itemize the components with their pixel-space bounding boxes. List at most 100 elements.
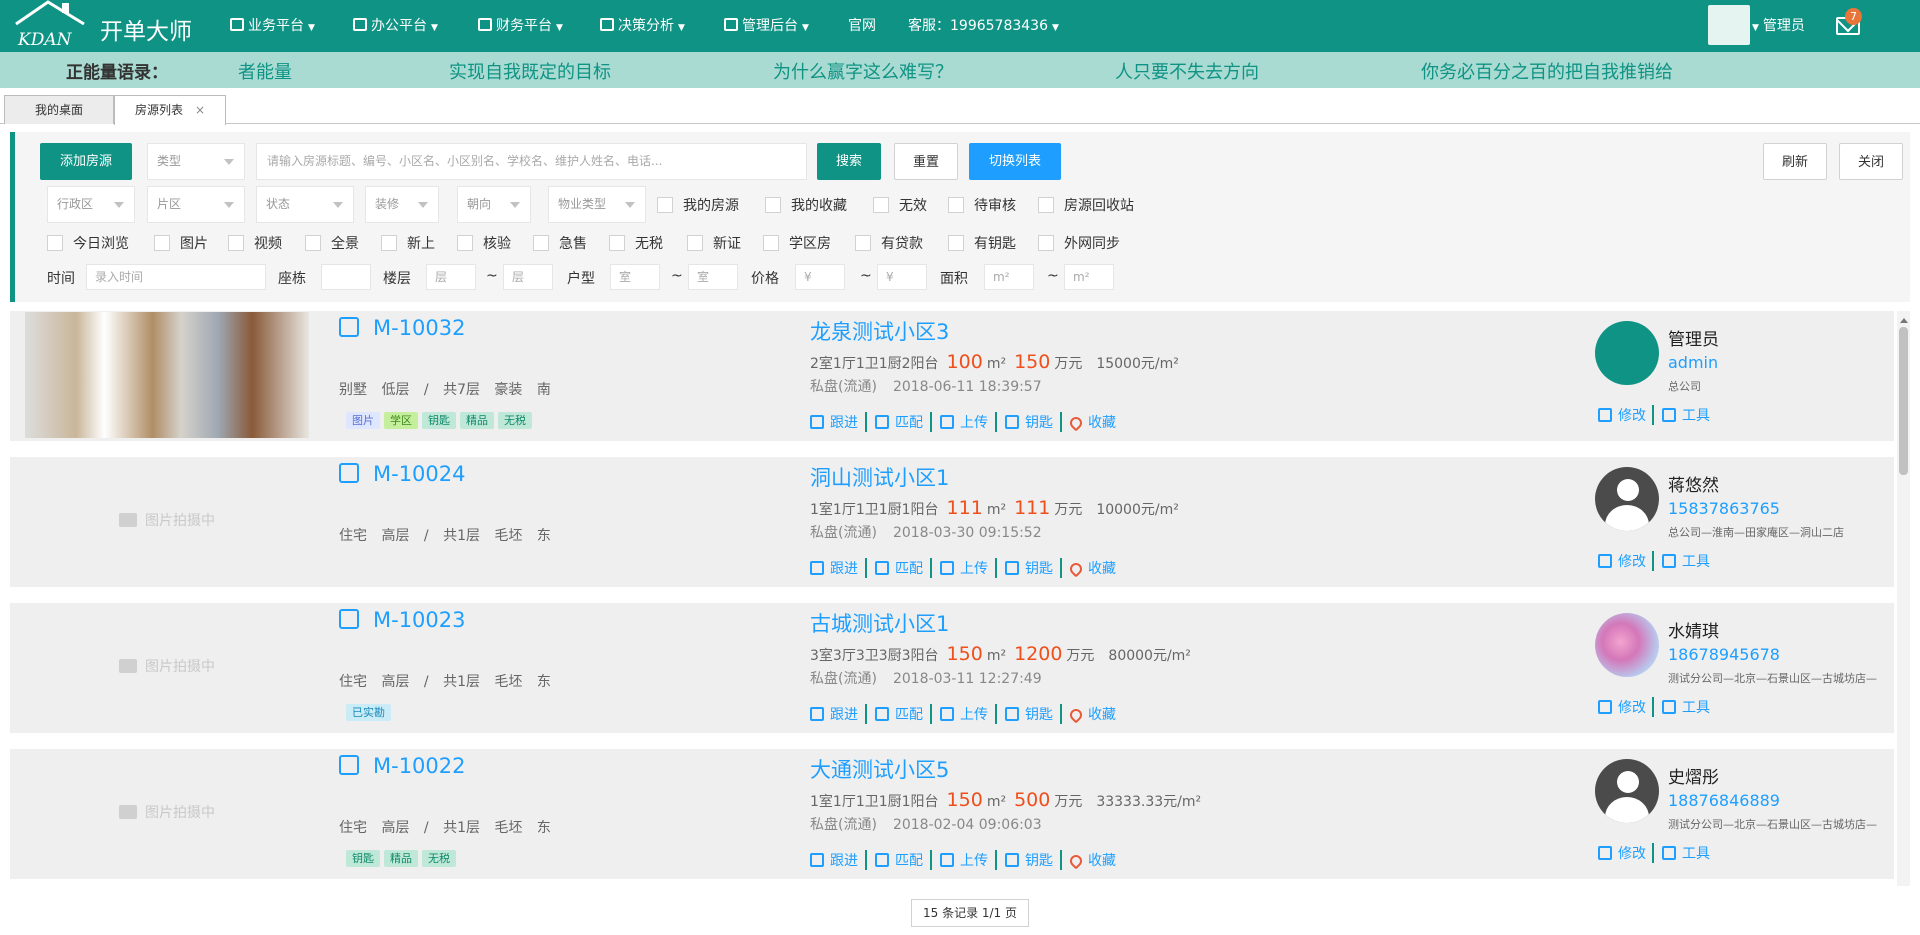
- checkbox-box[interactable]: [948, 235, 964, 251]
- floor-min-input[interactable]: 层: [426, 264, 476, 290]
- scrollbar-thumb[interactable]: [1899, 327, 1908, 475]
- upload-button[interactable]: 上传: [940, 412, 997, 432]
- checkbox-box[interactable]: [533, 235, 549, 251]
- reset-button[interactable]: 重置: [894, 143, 958, 180]
- agent-phone[interactable]: admin: [1668, 353, 1718, 372]
- house-code-link[interactable]: M-10024: [339, 462, 466, 486]
- nav-finance[interactable]: 财务平台 ▼: [478, 15, 563, 35]
- vertical-scrollbar[interactable]: [1897, 311, 1910, 886]
- checkbox-new[interactable]: 新上: [381, 233, 435, 253]
- community-title-link[interactable]: 龙泉测试小区3: [810, 316, 949, 346]
- checkbox-loan[interactable]: 有贷款: [855, 233, 923, 253]
- app-logo[interactable]: KDAN 开单大师: [12, 0, 202, 52]
- tools-button[interactable]: 工具: [1662, 551, 1716, 571]
- nav-analysis[interactable]: 决策分析 ▼: [600, 15, 685, 35]
- agent-phone[interactable]: 18876846889: [1668, 791, 1780, 810]
- upload-button[interactable]: 上传: [940, 558, 997, 578]
- area-min-input[interactable]: m²: [984, 264, 1034, 290]
- edit-button[interactable]: 修改: [1598, 405, 1654, 425]
- close-tab-icon[interactable]: ×: [195, 103, 205, 117]
- upload-button[interactable]: 上传: [940, 850, 997, 870]
- checkbox-box[interactable]: [873, 197, 889, 213]
- checkbox-today[interactable]: 今日浏览: [47, 233, 129, 253]
- checkbox-no-tax[interactable]: 无税: [609, 233, 663, 253]
- room-min-input[interactable]: 室: [610, 264, 660, 290]
- tab-desktop[interactable]: 我的桌面: [4, 95, 114, 124]
- tools-button[interactable]: 工具: [1662, 405, 1716, 425]
- checkbox-photo[interactable]: 图片: [154, 233, 208, 253]
- checkbox-box[interactable]: [855, 235, 871, 251]
- nav-admin[interactable]: 管理后台 ▼: [724, 15, 809, 35]
- checkbox-key[interactable]: 有钥匙: [948, 233, 1016, 253]
- house-code-link[interactable]: M-10032: [339, 316, 466, 340]
- key-button[interactable]: 钥匙: [1005, 704, 1062, 724]
- house-photo[interactable]: [25, 312, 309, 438]
- favorite-button[interactable]: 收藏: [1067, 850, 1123, 870]
- favorite-button[interactable]: 收藏: [1067, 412, 1123, 432]
- follow-button[interactable]: 跟进: [810, 412, 867, 432]
- nav-business[interactable]: 业务平台 ▼: [230, 15, 315, 35]
- switch-list-button[interactable]: 切换列表: [969, 143, 1061, 180]
- checkbox-my-houses[interactable]: 我的房源: [657, 195, 739, 215]
- edit-button[interactable]: 修改: [1598, 697, 1654, 717]
- checkbox-box[interactable]: [948, 197, 964, 213]
- checkbox-school[interactable]: 学区房: [763, 233, 831, 253]
- room-max-input[interactable]: 室: [688, 264, 738, 290]
- nav-office[interactable]: 办公平台 ▼: [353, 15, 438, 35]
- price-max-input[interactable]: ¥: [877, 264, 927, 290]
- area-select[interactable]: 片区: [147, 186, 245, 223]
- orientation-select[interactable]: 朝向: [457, 186, 531, 223]
- match-button[interactable]: 匹配: [875, 850, 932, 870]
- time-input[interactable]: 录入时间: [86, 264, 266, 290]
- upload-button[interactable]: 上传: [940, 704, 997, 724]
- match-button[interactable]: 匹配: [875, 558, 932, 578]
- key-button[interactable]: 钥匙: [1005, 850, 1062, 870]
- checkbox-pending[interactable]: 待审核: [948, 195, 1016, 215]
- tab-house-list[interactable]: 房源列表 ×: [114, 95, 226, 125]
- scroll-up-arrow-icon[interactable]: [1900, 314, 1908, 323]
- checkbox-urgent[interactable]: 急售: [533, 233, 587, 253]
- close-button[interactable]: 关闭: [1839, 143, 1903, 180]
- floor-max-input[interactable]: 层: [503, 264, 553, 290]
- edit-button[interactable]: 修改: [1598, 843, 1654, 863]
- checkbox-box[interactable]: [305, 235, 321, 251]
- type-select[interactable]: 类型: [147, 143, 245, 180]
- checkbox-box[interactable]: [763, 235, 779, 251]
- building-input[interactable]: [321, 264, 371, 290]
- checkbox-video[interactable]: 视频: [228, 233, 282, 253]
- checkbox-box[interactable]: [687, 235, 703, 251]
- tools-button[interactable]: 工具: [1662, 843, 1716, 863]
- edit-button[interactable]: 修改: [1598, 551, 1654, 571]
- checkbox-box[interactable]: [381, 235, 397, 251]
- checkbox-panorama[interactable]: 全景: [305, 233, 359, 253]
- checkbox-box[interactable]: [609, 235, 625, 251]
- checkbox-verified[interactable]: 核验: [457, 233, 511, 253]
- checkbox-sync[interactable]: 外网同步: [1038, 233, 1120, 253]
- checkbox-box[interactable]: [1038, 197, 1054, 213]
- price-min-input[interactable]: ¥: [795, 264, 845, 290]
- checkbox-my-favorites[interactable]: 我的收藏: [765, 195, 847, 215]
- property-type-select[interactable]: 物业类型: [548, 186, 646, 223]
- favorite-button[interactable]: 收藏: [1067, 558, 1123, 578]
- district-select[interactable]: 行政区: [47, 186, 135, 223]
- key-button[interactable]: 钥匙: [1005, 558, 1062, 578]
- agent-phone[interactable]: 15837863765: [1668, 499, 1780, 518]
- checkbox-box[interactable]: [1038, 235, 1054, 251]
- match-button[interactable]: 匹配: [875, 412, 932, 432]
- community-title-link[interactable]: 大通测试小区5: [810, 754, 949, 784]
- follow-button[interactable]: 跟进: [810, 558, 867, 578]
- add-house-button[interactable]: 添加房源: [40, 143, 132, 180]
- checkbox-recycle-bin[interactable]: 房源回收站: [1038, 195, 1134, 215]
- checkbox-box[interactable]: [228, 235, 244, 251]
- follow-button[interactable]: 跟进: [810, 704, 867, 724]
- agent-phone[interactable]: 18678945678: [1668, 645, 1780, 664]
- checkbox-box[interactable]: [457, 235, 473, 251]
- checkbox-new-cert[interactable]: 新证: [687, 233, 741, 253]
- follow-button[interactable]: 跟进: [810, 850, 867, 870]
- decoration-select[interactable]: 装修: [365, 186, 439, 223]
- match-button[interactable]: 匹配: [875, 704, 932, 724]
- checkbox-box[interactable]: [47, 235, 63, 251]
- checkbox-box[interactable]: [657, 197, 673, 213]
- status-select[interactable]: 状态: [256, 186, 354, 223]
- community-title-link[interactable]: 洞山测试小区1: [810, 462, 949, 492]
